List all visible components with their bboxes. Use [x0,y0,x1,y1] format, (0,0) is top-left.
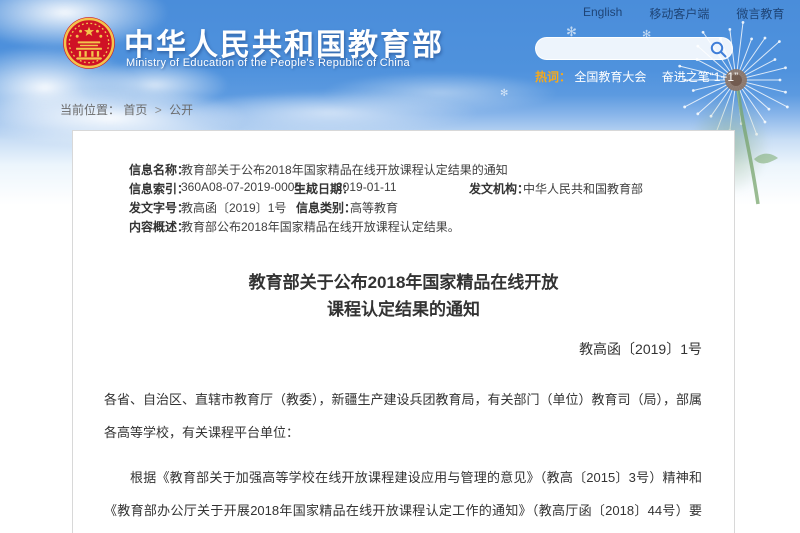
hotword-link-2[interactable]: 奋进之笔“1+1” [662,70,738,84]
search-box [535,37,733,60]
document-panel: 信息名称： 教育部关于公布2018年国家精品在线开放课程认定结果的通知 信息索引… [72,130,735,533]
meta-row-docno: 发文字号： 教高函〔2019〕1号 信息类别： 高等教育 [129,199,704,218]
floating-seed-icon: ✻ [500,88,508,99]
document-title-line2: 课程认定结果的通知 [327,300,480,319]
meta-category-value: 高等教育 [350,199,398,216]
cloud [180,90,480,135]
document-meta: 信息名称： 教育部关于公布2018年国家精品在线开放课程认定结果的通知 信息索引… [129,161,704,237]
nav-mobile-client-link[interactable]: 移动客户端 [649,5,709,22]
breadcrumb: 当前位置： 首页 > 公开 [60,101,193,118]
nav-english-link[interactable]: English [583,5,622,22]
document-title: 教育部关于公布2018年国家精品在线开放 课程认定结果的通知 [73,269,734,323]
document-paragraph: 根据《教育部关于加强高等学校在线开放课程建设应用与管理的意见》（教高〔2015〕… [104,461,702,533]
meta-category-label: 信息类别： [296,199,356,216]
meta-issuer-label: 发文机构： [469,180,529,197]
meta-name-label: 信息名称： [129,161,189,178]
meta-summary-label: 内容概述： [129,218,189,235]
meta-index-label: 信息索引： [129,180,189,197]
meta-issuer-value: 中华人民共和国教育部 [523,180,643,197]
document-title-line1: 教育部关于公布2018年国家精品在线开放 [249,273,559,292]
document-number: 教高函〔2019〕1号 [73,339,702,359]
hotwords-bar: 热词： 全国教育大会 奋进之笔“1+1” [535,68,750,85]
page: ✻ ✻ ✻ 中华人民共和国教育部 Ministry of Education o… [0,0,800,533]
meta-row-summary: 内容概述： 教育部公布2018年国家精品在线开放课程认定结果。 [129,218,704,237]
top-nav: English 移动客户端 微言教育 [583,5,784,22]
meta-docno-label: 发文字号： [129,199,189,216]
national-emblem-logo [62,16,116,70]
site-subtitle: Ministry of Education of the People's Re… [126,57,410,69]
breadcrumb-home-link[interactable]: 首页 [123,103,147,117]
search-input[interactable] [546,39,706,58]
meta-docno-value: 教高函〔2019〕1号 [181,199,286,216]
breadcrumb-separator: > [155,103,162,117]
breadcrumb-prefix: 当前位置： [60,103,120,117]
meta-date-value: 2019-01-11 [336,180,397,194]
nav-weixin-education-link[interactable]: 微言教育 [736,5,784,22]
hotwords-label: 热词： [535,70,571,84]
meta-summary-value: 教育部公布2018年国家精品在线开放课程认定结果。 [181,218,460,235]
hotword-link-1[interactable]: 全国教育大会 [574,70,646,84]
meta-name-value: 教育部关于公布2018年国家精品在线开放课程认定结果的通知 [181,161,508,178]
document-paragraph: 各省、自治区、直辖市教育厅（教委），新疆生产建设兵团教育局，有关部门（单位）教育… [104,383,702,449]
search-icon [709,40,728,59]
breadcrumb-current-link[interactable]: 公开 [169,103,193,117]
document-body: 各省、自治区、直辖市教育厅（教委），新疆生产建设兵团教育局，有关部门（单位）教育… [104,383,702,533]
search-button[interactable] [709,40,728,59]
meta-row-index: 信息索引： 360A08-07-2019-0005-1 生成日期： 2019-0… [129,180,704,199]
meta-index-value: 360A08-07-2019-0005-1 [181,180,312,194]
meta-row-name: 信息名称： 教育部关于公布2018年国家精品在线开放课程认定结果的通知 [129,161,704,180]
